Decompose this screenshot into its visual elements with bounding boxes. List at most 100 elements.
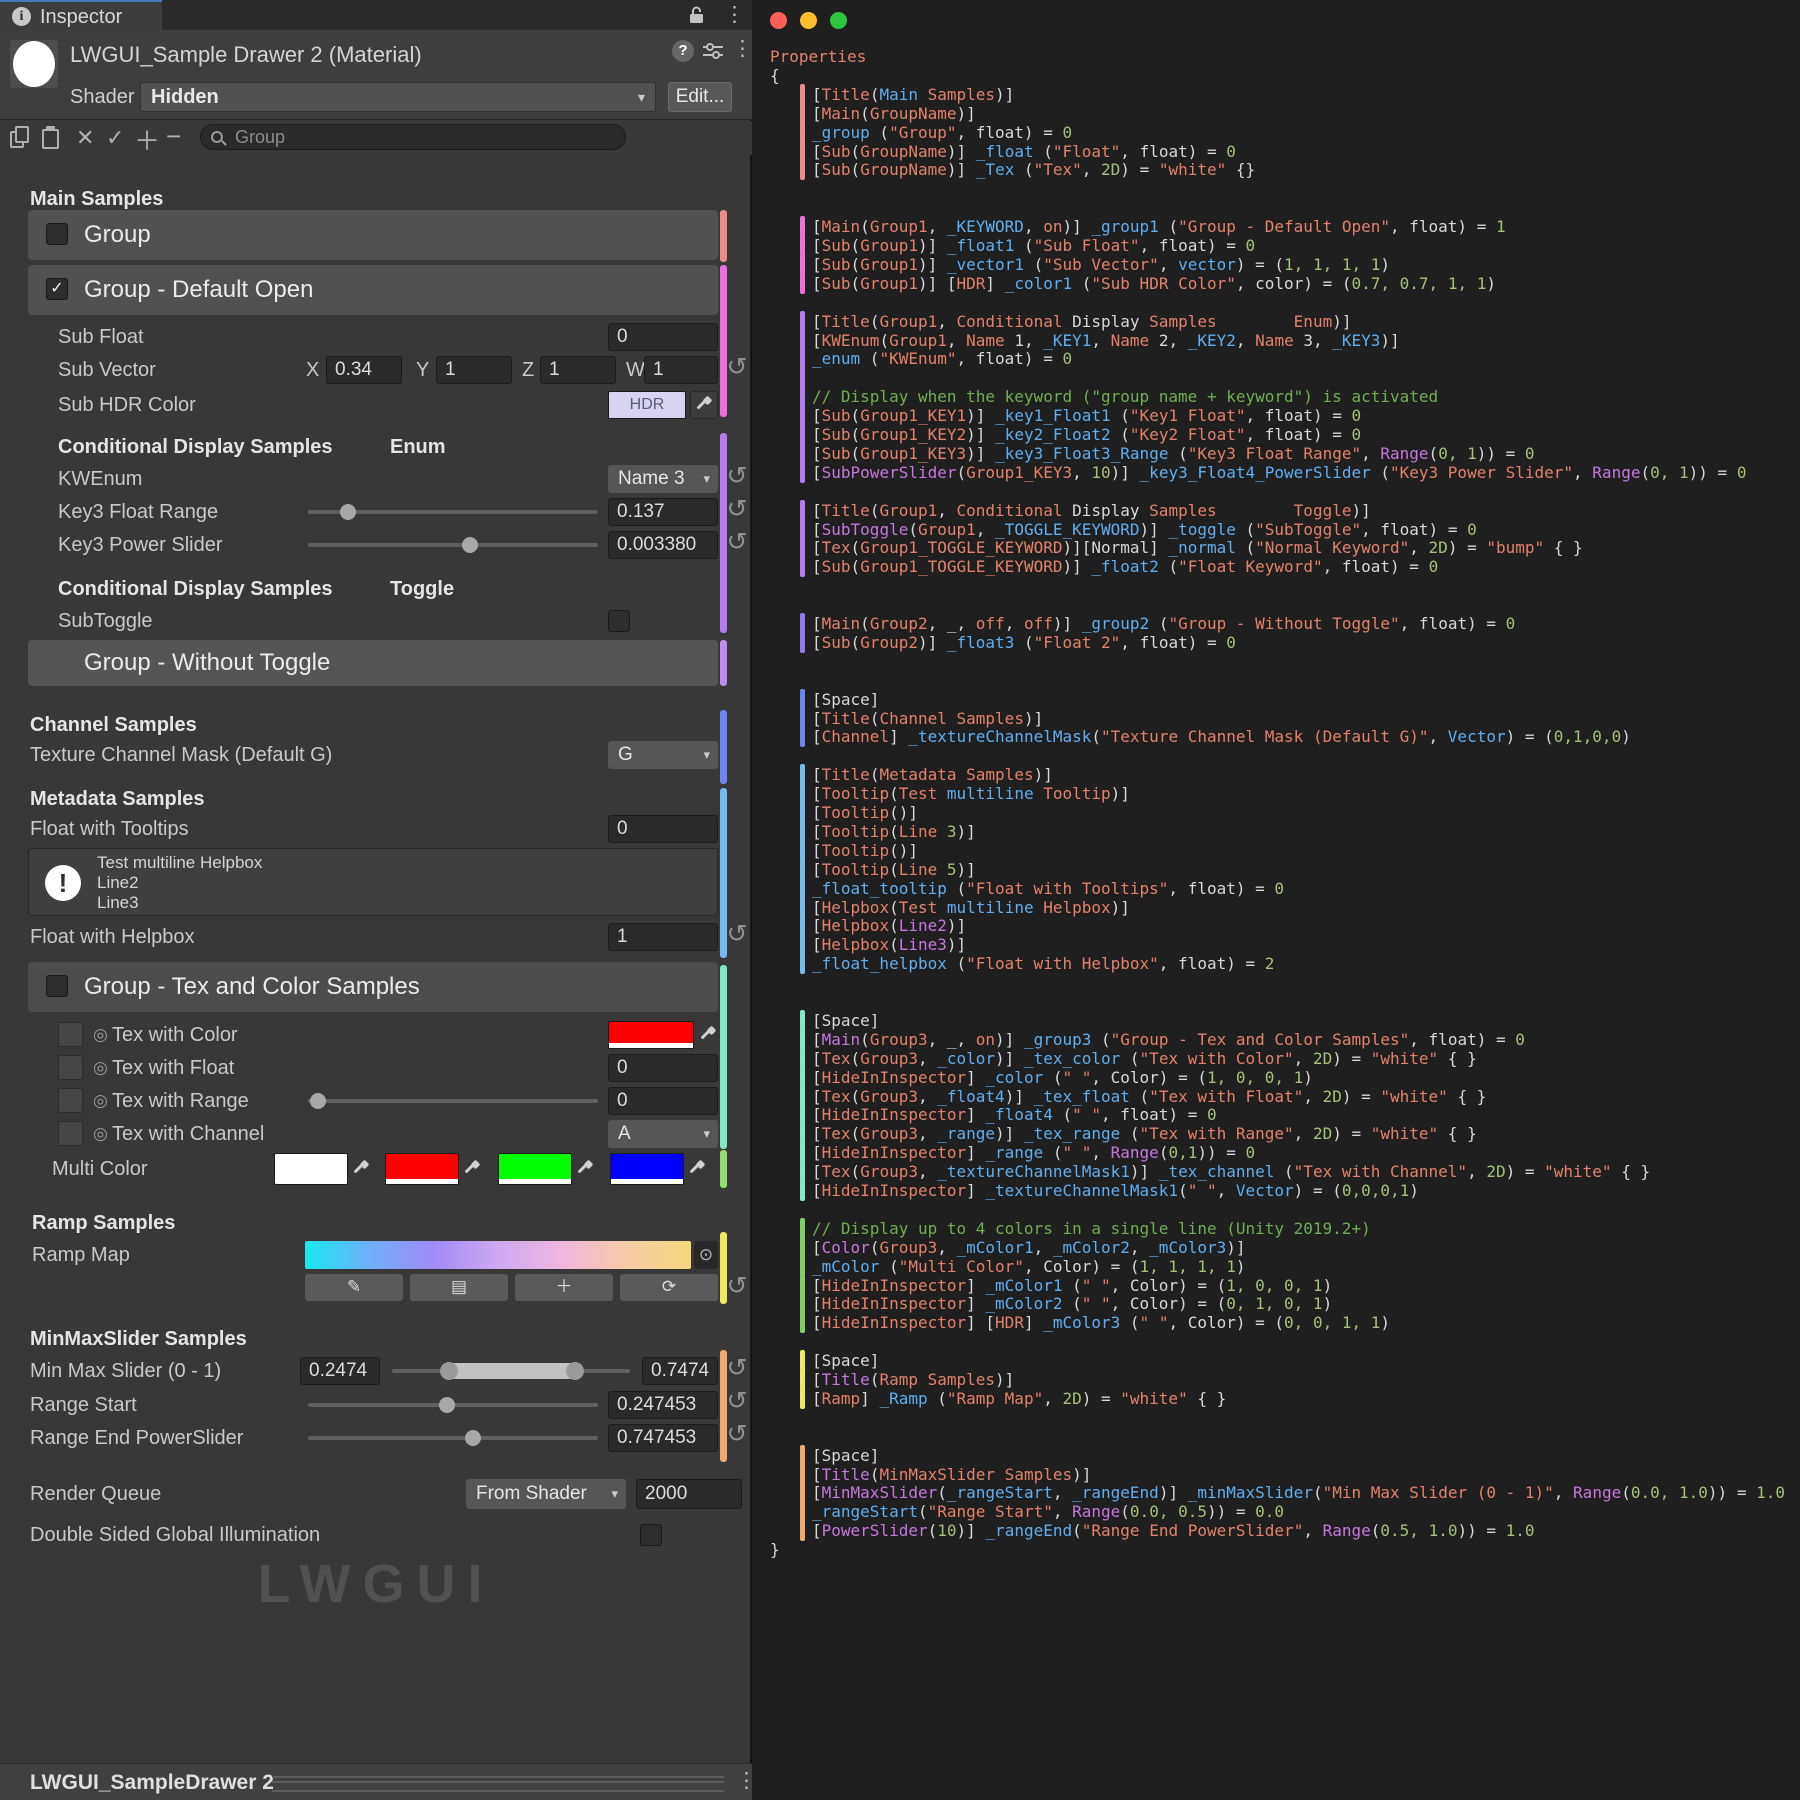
texture-thumbnail[interactable]	[58, 1055, 83, 1080]
hdr-eyedropper-button[interactable]	[690, 391, 718, 419]
range-start-field[interactable]: 0.247453	[608, 1391, 718, 1419]
minmax-slider-range[interactable]	[444, 1363, 577, 1379]
eyedropper-icon[interactable]	[463, 1160, 481, 1178]
code-line	[752, 576, 1800, 595]
code-group-bar	[800, 84, 805, 105]
revert-icon[interactable]: ↺	[724, 494, 750, 524]
eyedropper-icon[interactable]	[576, 1160, 594, 1178]
ramp-refresh-button[interactable]: ⟳	[620, 1274, 718, 1301]
range-end-slider[interactable]	[308, 1436, 598, 1440]
dsgi-checkbox[interactable]	[640, 1524, 662, 1546]
group-without-toggle-header[interactable]: Group - Without Toggle	[28, 640, 718, 686]
object-picker-icon[interactable]: ◎	[93, 1020, 108, 1050]
code-group-bar	[800, 537, 805, 558]
texture-thumbnail[interactable]	[58, 1121, 83, 1146]
tab-inspector[interactable]: i Inspector	[0, 0, 162, 30]
eyedropper-icon[interactable]	[699, 1026, 717, 1044]
tex-float-field[interactable]: 0	[608, 1054, 718, 1082]
copy-icon[interactable]	[10, 126, 28, 148]
key3-power-slider-thumb[interactable]	[462, 537, 478, 553]
window-minimize-button[interactable]	[800, 12, 817, 29]
key3-float-range-field[interactable]: 0.137	[608, 498, 718, 526]
window-close-button[interactable]	[770, 12, 787, 29]
hdr-color-swatch[interactable]: HDR	[608, 391, 686, 419]
revert-icon[interactable]: ↺	[724, 1353, 750, 1383]
texture-thumbnail[interactable]	[58, 1088, 83, 1113]
revert-icon[interactable]: ↺	[724, 1386, 750, 1416]
group-tex-color-header[interactable]: Group - Tex and Color Samples	[28, 962, 718, 1012]
key3-power-slider-field[interactable]: 0.003380	[608, 531, 718, 559]
tex-range-slider[interactable]	[308, 1099, 598, 1103]
object-picker-icon[interactable]: ◎	[93, 1119, 108, 1149]
multi-color-swatch-2[interactable]	[385, 1153, 459, 1185]
paste-icon[interactable]	[42, 126, 60, 148]
vector-y-field[interactable]: 1	[436, 356, 512, 384]
revert-icon[interactable]: ↺	[724, 461, 750, 491]
help-icon[interactable]: ?	[672, 40, 694, 62]
key3-power-slider[interactable]	[308, 543, 598, 547]
add-icon[interactable]: ＋	[134, 121, 160, 158]
code-line: Properties	[752, 47, 1800, 66]
vector-z-field[interactable]: 1	[540, 356, 616, 384]
tex-channel-dropdown[interactable]: A ▾	[608, 1120, 718, 1148]
revert-icon[interactable]: ↺	[724, 919, 750, 949]
float-with-helpbox-field[interactable]: 1	[608, 923, 718, 951]
multi-color-swatch-4[interactable]	[610, 1153, 684, 1185]
edit-shader-button[interactable]: Edit...	[668, 82, 732, 112]
tab-menu-kebab-icon[interactable]: ⋮	[724, 4, 745, 26]
texture-thumbnail[interactable]	[58, 1022, 83, 1047]
ramp-edit-button[interactable]: ✎	[305, 1274, 403, 1301]
range-start-thumb[interactable]	[439, 1397, 455, 1413]
kwenum-row: KWEnum Name 3 ▾	[0, 464, 752, 494]
drag-handle[interactable]	[272, 1776, 724, 1792]
ramp-picker-button[interactable]: ⊙	[694, 1241, 718, 1269]
header-kebab-icon[interactable]: ⋮	[732, 38, 753, 60]
revert-icon[interactable]: ↺	[724, 1271, 750, 1301]
presets-icon[interactable]	[702, 42, 724, 65]
ramp-gradient[interactable]	[305, 1241, 691, 1269]
lock-icon[interactable]	[688, 5, 705, 30]
eyedropper-icon[interactable]	[352, 1160, 370, 1178]
revert-icon[interactable]: ↺	[724, 1419, 750, 1449]
minmax-max-field[interactable]: 0.7474	[642, 1357, 718, 1385]
search-input[interactable]: Group	[200, 124, 626, 150]
vector-w-field[interactable]: 1	[644, 356, 718, 384]
float-with-tooltips-field[interactable]: 0	[608, 815, 718, 843]
shader-dropdown[interactable]: Hidden ▾	[140, 82, 656, 112]
render-queue-dropdown[interactable]: From Shader ▾	[466, 1479, 626, 1509]
group-header[interactable]: Group	[28, 210, 718, 260]
minmax-max-thumb[interactable]	[566, 1362, 584, 1380]
channel-mask-dropdown[interactable]: G ▾	[608, 741, 718, 769]
render-queue-field[interactable]: 2000	[636, 1479, 742, 1509]
kwenum-dropdown[interactable]: Name 3 ▾	[608, 465, 718, 493]
sub-float-field[interactable]: 0	[608, 323, 718, 351]
tex-range-field[interactable]: 0	[608, 1087, 718, 1115]
collapse-icon[interactable]: ✕	[76, 125, 94, 151]
minmax-min-thumb[interactable]	[440, 1362, 458, 1380]
range-end-field[interactable]: 0.747453	[608, 1424, 718, 1452]
vector-x-field[interactable]: 0.34	[326, 356, 402, 384]
eyedropper-icon[interactable]	[688, 1160, 706, 1178]
multi-color-swatch-1[interactable]	[274, 1153, 348, 1185]
ramp-save-button[interactable]: ▤	[410, 1274, 508, 1301]
window-zoom-button[interactable]	[830, 12, 847, 29]
group-default-open-header[interactable]: ✓ Group - Default Open	[28, 265, 718, 315]
subtoggle-checkbox[interactable]	[608, 610, 630, 632]
group-checkbox[interactable]	[46, 223, 68, 245]
range-end-thumb[interactable]	[465, 1430, 481, 1446]
group-default-open-checkbox[interactable]: ✓	[46, 278, 68, 300]
group-tex-color-checkb ox[interactable]	[46, 975, 68, 997]
minmax-min-field[interactable]: 0.2474	[300, 1357, 380, 1385]
tex-range-thumb[interactable]	[310, 1093, 326, 1109]
key3-float-range-thumb[interactable]	[340, 504, 356, 520]
ramp-add-button[interactable]: ＋	[515, 1274, 613, 1301]
material-preview[interactable]	[10, 40, 58, 88]
multi-color-swatch-3[interactable]	[498, 1153, 572, 1185]
object-picker-icon[interactable]: ◎	[93, 1053, 108, 1083]
revert-icon[interactable]: ↺	[724, 527, 750, 557]
checkout-icon[interactable]: ✓	[106, 125, 124, 151]
revert-icon[interactable]: ↺	[724, 352, 750, 382]
tex-color-swatch[interactable]	[608, 1021, 694, 1049]
remove-icon[interactable]: −	[166, 121, 181, 152]
object-picker-icon[interactable]: ◎	[93, 1086, 108, 1116]
